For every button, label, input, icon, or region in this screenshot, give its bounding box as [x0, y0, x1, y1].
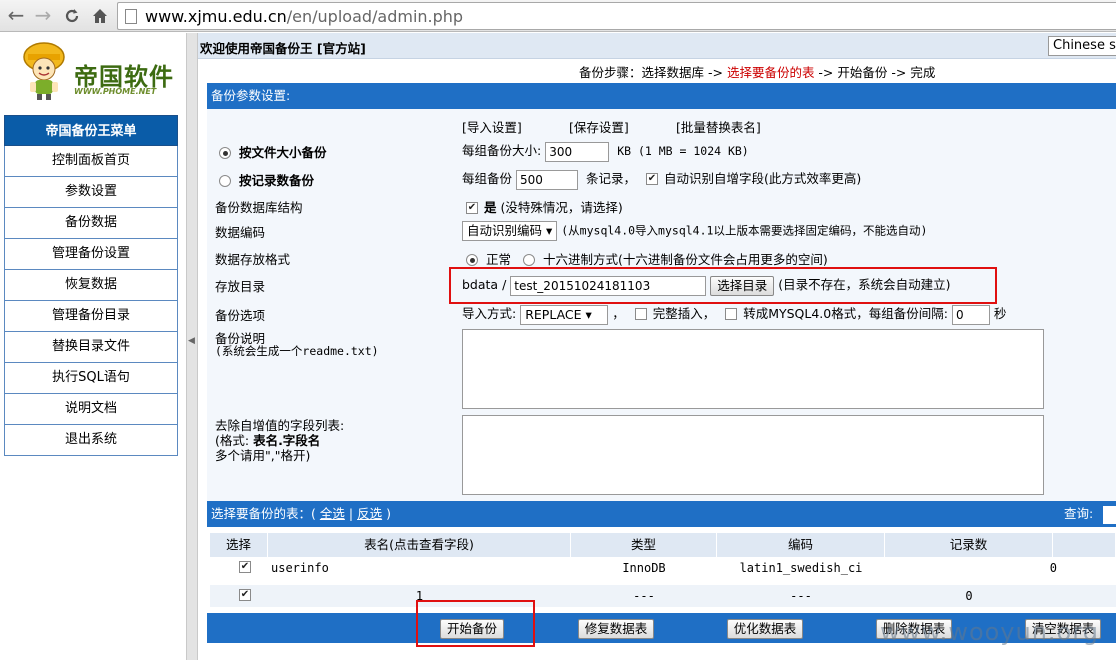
structure-checkbox[interactable] [466, 202, 478, 214]
back-arrow-icon[interactable]: ← [4, 4, 28, 28]
col-extra [1053, 533, 1116, 557]
backup-by-size-option[interactable]: 按文件大小备份 [219, 142, 327, 161]
col-type: 类型 [571, 533, 717, 557]
tables-list: 选择 表名(点击查看字段) 类型 编码 记录数 userinfo InnoDB … [207, 527, 1116, 613]
menu-item-manage-backup-settings[interactable]: 管理备份设置 [4, 239, 178, 270]
format-setting: 正常 十六进制方式(十六进制备份文件会占用更多的空间) [462, 249, 828, 268]
row-checkbox[interactable] [239, 589, 251, 601]
table-type: --- [633, 589, 655, 603]
table-records: 0 [1049, 561, 1057, 575]
url-text: www.xjmu.edu.cn/en/upload/admin.php [145, 7, 464, 26]
optimize-tables-button[interactable]: 优化数据表 [727, 619, 803, 639]
table-type: InnoDB [622, 561, 666, 575]
structure-setting: 是 (没特殊情况，请选择) [462, 197, 623, 216]
table-records: 0 [965, 589, 973, 603]
import-settings-link[interactable]: [导入设置] [462, 117, 522, 136]
format-hex-radio[interactable] [523, 254, 535, 266]
menu-item-logout[interactable]: 退出系统 [4, 425, 178, 456]
tables-header: 选择要备份的表：( 全选 | 反选 ) 查询: [207, 501, 1116, 527]
collapse-arrow-icon[interactable]: ◀ [188, 336, 195, 346]
menu-header: 帝国备份王菜单 [4, 115, 178, 146]
dir-label: 存放目录 [215, 279, 266, 294]
options-label: 备份选项 [215, 308, 266, 323]
autoinc-note-separator: 多个请用","格开) [215, 448, 311, 463]
repair-tables-button[interactable]: 修复数据表 [578, 619, 654, 639]
table-collation: latin1_swedish_ci [739, 561, 863, 575]
menu-item-settings[interactable]: 参数设置 [4, 177, 178, 208]
home-icon[interactable] [88, 4, 112, 28]
table-row[interactable]: 1 --- --- 0 [210, 585, 1116, 607]
menu-item-exec-sql[interactable]: 执行SQL语句 [4, 363, 178, 394]
table-name[interactable]: userinfo [271, 561, 329, 575]
menu-item-restore[interactable]: 恢复数据 [4, 270, 178, 301]
address-bar[interactable]: www.xjmu.edu.cn/en/upload/admin.php [117, 2, 1116, 30]
batch-rename-link[interactable]: [批量替换表名] [676, 117, 761, 136]
by-size-radio[interactable] [219, 147, 231, 159]
mascot-icon [23, 42, 65, 100]
autoinc-textarea[interactable] [462, 415, 1044, 495]
menu-item-backup[interactable]: 备份数据 [4, 208, 178, 239]
menu-item-control-panel[interactable]: 控制面板首页 [4, 146, 178, 177]
frame-splitter[interactable]: ◀ [186, 33, 198, 660]
encoding-label: 数据编码 [215, 225, 266, 240]
format-label: 数据存放格式 [215, 252, 291, 267]
language-select[interactable]: Chinese si [1048, 36, 1116, 56]
col-records: 记录数 [885, 533, 1053, 557]
readme-note: (系统会生成一个readme.txt) [215, 344, 379, 358]
encoding-setting: 自动识别编码 ▾ (从mysql4.0导入mysql4.1以上版本需要选择固定编… [462, 221, 927, 241]
by-records-radio[interactable] [219, 175, 231, 187]
welcome-text: 欢迎使用帝国备份王 [官方站] [200, 41, 366, 56]
logo: 帝国软件 WWW.PHOME.NET [16, 37, 176, 119]
sidebar-menu: 帝国备份王菜单 控制面板首页 参数设置 备份数据 管理备份设置 恢复数据 管理备… [4, 115, 178, 456]
select-all-link[interactable]: 全选 [320, 506, 345, 521]
complete-insert-checkbox[interactable] [634, 308, 647, 320]
left-sidebar: 帝国软件 WWW.PHOME.NET 帝国备份王菜单 控制面板首页 参数设置 备… [0, 33, 186, 660]
forward-arrow-icon[interactable]: → [31, 4, 55, 28]
records-setting: 每组备份 500 条记录， 自动识别自增字段(此方式效率更高) [462, 168, 861, 190]
highlight-box-dir [449, 267, 997, 304]
query-input[interactable] [1103, 506, 1116, 524]
invert-selection-link[interactable]: 反选 [357, 506, 382, 521]
table-collation: --- [790, 589, 812, 603]
structure-label: 备份数据库结构 [215, 200, 303, 215]
col-select: 选择 [210, 533, 268, 557]
query-label: 查询: [1064, 506, 1094, 521]
backup-steps: 备份步骤：选择数据库 -> 选择要备份的表 -> 开始备份 -> 完成 [579, 65, 936, 80]
save-settings-link[interactable]: [保存设置] [569, 117, 629, 136]
import-mode-select[interactable]: REPLACE ▾ [520, 304, 609, 325]
options-setting: 导入方式: REPLACE ▾ ， 完整插入， 转成MYSQL4.0格式，每组备… [462, 303, 1006, 325]
group-records-input[interactable]: 500 [516, 169, 578, 190]
menu-item-docs[interactable]: 说明文档 [4, 394, 178, 425]
main-panel: 备份参数设置: [导入设置] [保存设置] [批量替换表名] 按文件大小备份 每… [207, 83, 1116, 660]
col-collation: 编码 [717, 533, 885, 557]
logo-subtitle: WWW.PHOME.NET [74, 87, 157, 96]
size-setting: 每组备份大小: 300 KB (1 MB = 1024 KB) [462, 140, 749, 162]
interval-input[interactable]: 0 [951, 304, 990, 325]
params-header: 备份参数设置: [207, 83, 1116, 109]
top-bar: 欢迎使用帝国备份王 [官方站] Chinese si [198, 33, 1116, 59]
group-size-input[interactable]: 300 [545, 141, 610, 162]
row-checkbox[interactable] [239, 561, 251, 573]
reload-icon[interactable] [60, 4, 84, 28]
highlight-box-start [416, 600, 535, 647]
mysql40-checkbox[interactable] [725, 308, 738, 320]
readme-textarea[interactable] [462, 329, 1044, 409]
menu-item-manage-backup-dir[interactable]: 管理备份目录 [4, 301, 178, 332]
encoding-select[interactable]: 自动识别编码 ▾ [462, 221, 558, 241]
menu-item-replace-dir-files[interactable]: 替换目录文件 [4, 332, 178, 363]
browser-toolbar: ← → www.xjmu.edu.cn/en/upload/admin.php [0, 0, 1116, 32]
backup-by-records-option[interactable]: 按记录数备份 [219, 170, 314, 189]
backup-params-form: [导入设置] [保存设置] [批量替换表名] 按文件大小备份 每组备份大小: 3… [207, 109, 1116, 501]
page-icon [125, 9, 137, 24]
col-table-name: 表名(点击查看字段) [268, 533, 571, 557]
auto-increment-checkbox[interactable] [645, 173, 658, 185]
watermark: www.wooyun.org [880, 618, 1099, 646]
format-normal-radio[interactable] [466, 254, 478, 266]
